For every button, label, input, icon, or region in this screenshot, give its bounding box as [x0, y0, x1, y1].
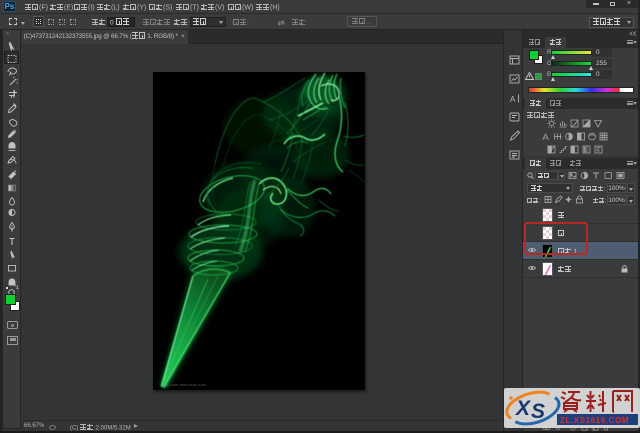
svg-text:X: X [515, 397, 532, 420]
svg-text:S: S [531, 400, 545, 423]
svg-text:ZL.XS1616.COM: ZL.XS1616.COM [560, 416, 629, 425]
svg-text:A: A [510, 95, 516, 104]
svg-text:huitu.com www.huitu.com: huitu.com www.huitu.com [161, 382, 207, 387]
